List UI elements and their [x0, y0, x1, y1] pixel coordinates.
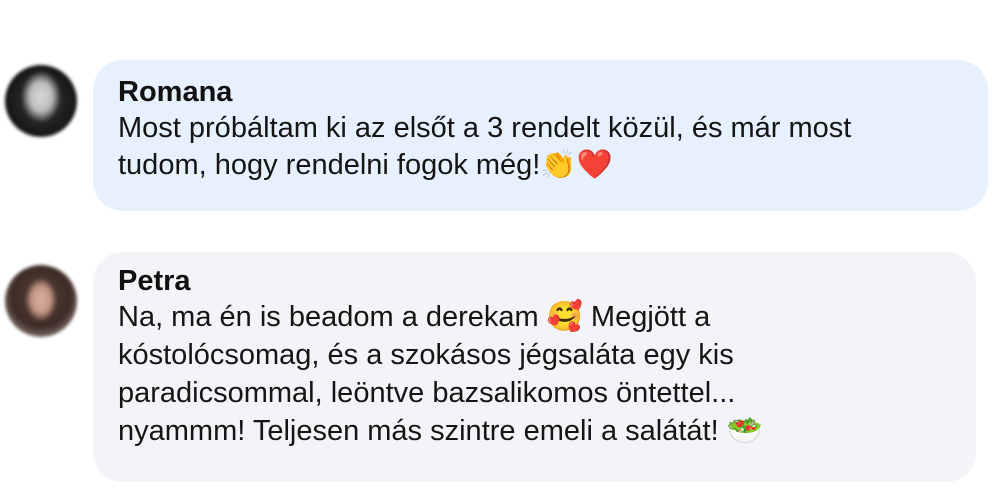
comment-bubble: Romana Most próbáltam ki az elsőt a 3 re… — [93, 60, 988, 211]
comment-text: Most próbáltam ki az elsőt a 3 rendelt k… — [118, 112, 852, 181]
avatar[interactable] — [5, 265, 77, 337]
comment-text: Na, ma én is beadom a derekam 🥰 Megjött … — [118, 301, 763, 447]
comment-author[interactable]: Petra — [118, 264, 956, 298]
comment-bubble: Petra Na, ma én is beadom a derekam 🥰 Me… — [93, 252, 976, 482]
avatar[interactable] — [5, 65, 77, 137]
comment-author[interactable]: Romana — [118, 74, 968, 110]
